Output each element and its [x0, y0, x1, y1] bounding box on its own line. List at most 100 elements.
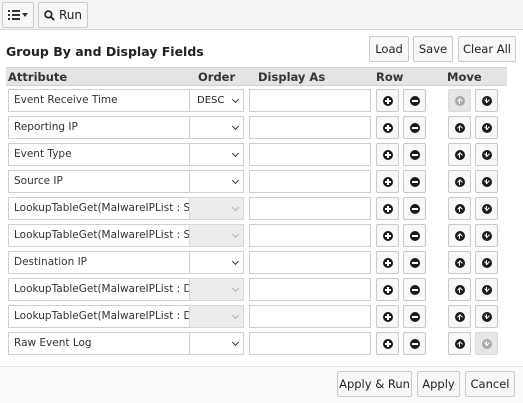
display-as-input[interactable] — [249, 170, 371, 193]
add-row-button[interactable] — [376, 143, 399, 166]
display-as-input[interactable] — [249, 116, 371, 139]
move-down-button[interactable] — [475, 170, 498, 193]
arrow-up-circle-icon — [454, 230, 465, 241]
remove-row-button[interactable] — [403, 251, 426, 274]
save-button[interactable]: Save — [413, 36, 453, 62]
attribute-field[interactable]: LookupTableGet(MalwareIPList : Dest — [8, 278, 190, 301]
display-as-input[interactable] — [249, 143, 371, 166]
arrow-up-circle-icon — [454, 95, 465, 106]
table-header: Attribute Order Display As Row Move — [6, 67, 507, 86]
add-row-button[interactable] — [376, 332, 399, 355]
table-row: Event Receive Time DESC — [6, 87, 507, 114]
list-icon — [8, 10, 20, 20]
attribute-field[interactable]: Event Receive Time — [8, 89, 190, 112]
display-as-input[interactable] — [249, 278, 371, 301]
attribute-field[interactable]: LookupTableGet(MalwareIPList : Sour — [8, 224, 190, 247]
remove-row-button[interactable] — [403, 170, 426, 193]
attribute-field[interactable]: LookupTableGet(MalwareIPList : Dest — [8, 305, 190, 328]
chevron-down-icon — [231, 338, 240, 347]
remove-row-button[interactable] — [403, 116, 426, 139]
attribute-field[interactable]: Raw Event Log — [8, 332, 190, 355]
display-as-input[interactable] — [249, 305, 371, 328]
order-select[interactable] — [189, 251, 244, 274]
caret-down-icon — [22, 13, 28, 17]
load-button[interactable]: Load — [369, 36, 409, 62]
order-select[interactable] — [189, 143, 244, 166]
remove-row-button[interactable] — [403, 197, 426, 220]
add-row-button[interactable] — [376, 116, 399, 139]
add-row-button[interactable] — [376, 197, 399, 220]
minus-circle-icon — [409, 230, 420, 241]
run-label: Run — [58, 8, 82, 22]
move-up-button[interactable] — [448, 278, 471, 301]
table-row: LookupTableGet(MalwareIPList : Sour — [6, 195, 507, 222]
plus-circle-icon — [382, 284, 393, 295]
move-up-button[interactable] — [448, 224, 471, 247]
remove-row-button[interactable] — [403, 305, 426, 328]
move-down-button[interactable] — [475, 251, 498, 274]
add-row-button[interactable] — [376, 89, 399, 112]
arrow-up-circle-icon — [454, 203, 465, 214]
order-select — [189, 224, 244, 247]
arrow-down-circle-icon — [481, 338, 492, 349]
header-row: Row — [376, 70, 404, 84]
move-down-button[interactable] — [475, 89, 498, 112]
move-up-button[interactable] — [448, 197, 471, 220]
apply-and-run-button[interactable]: Apply & Run — [337, 371, 412, 397]
order-select[interactable] — [189, 116, 244, 139]
plus-circle-icon — [382, 176, 393, 187]
move-up-button — [448, 89, 471, 112]
display-as-input[interactable] — [249, 89, 371, 112]
move-down-button[interactable] — [475, 305, 498, 328]
chevron-down-icon — [231, 230, 240, 239]
table-row: Destination IP — [6, 249, 507, 276]
arrow-up-circle-icon — [454, 311, 465, 322]
table-row: Reporting IP — [6, 114, 507, 141]
move-up-button[interactable] — [448, 143, 471, 166]
add-row-button[interactable] — [376, 224, 399, 247]
move-down-button[interactable] — [475, 143, 498, 166]
move-up-button[interactable] — [448, 116, 471, 139]
display-as-input[interactable] — [249, 251, 371, 274]
remove-row-button[interactable] — [403, 224, 426, 247]
move-up-button[interactable] — [448, 251, 471, 274]
move-down-button[interactable] — [475, 197, 498, 220]
attribute-field[interactable]: Source IP — [8, 170, 190, 193]
plus-circle-icon — [382, 95, 393, 106]
order-select[interactable]: DESC — [189, 89, 244, 112]
remove-row-button[interactable] — [403, 278, 426, 301]
clear-all-button[interactable]: Clear All — [458, 36, 516, 62]
menu-dropdown-button[interactable] — [2, 2, 34, 28]
attribute-field[interactable]: Destination IP — [8, 251, 190, 274]
display-as-input[interactable] — [249, 197, 371, 220]
order-select — [189, 305, 244, 328]
order-select[interactable] — [189, 332, 244, 355]
apply-button[interactable]: Apply — [417, 371, 460, 397]
run-button[interactable]: Run — [38, 2, 88, 28]
order-select[interactable] — [189, 170, 244, 193]
arrow-down-circle-icon — [481, 95, 492, 106]
move-down-button[interactable] — [475, 224, 498, 247]
add-row-button[interactable] — [376, 305, 399, 328]
attribute-field[interactable]: Event Type — [8, 143, 190, 166]
add-row-button[interactable] — [376, 278, 399, 301]
header-move: Move — [447, 70, 482, 84]
plus-circle-icon — [382, 311, 393, 322]
remove-row-button[interactable] — [403, 332, 426, 355]
move-down-button[interactable] — [475, 278, 498, 301]
minus-circle-icon — [409, 176, 420, 187]
arrow-down-circle-icon — [481, 311, 492, 322]
remove-row-button[interactable] — [403, 143, 426, 166]
attribute-field[interactable]: Reporting IP — [8, 116, 190, 139]
cancel-button[interactable]: Cancel — [465, 371, 515, 397]
move-down-button[interactable] — [475, 116, 498, 139]
attribute-field[interactable]: LookupTableGet(MalwareIPList : Sour — [8, 197, 190, 220]
display-as-input[interactable] — [249, 332, 371, 355]
move-up-button[interactable] — [448, 170, 471, 193]
move-up-button[interactable] — [448, 305, 471, 328]
display-as-input[interactable] — [249, 224, 371, 247]
remove-row-button[interactable] — [403, 89, 426, 112]
move-up-button[interactable] — [448, 332, 471, 355]
add-row-button[interactable] — [376, 170, 399, 193]
add-row-button[interactable] — [376, 251, 399, 274]
